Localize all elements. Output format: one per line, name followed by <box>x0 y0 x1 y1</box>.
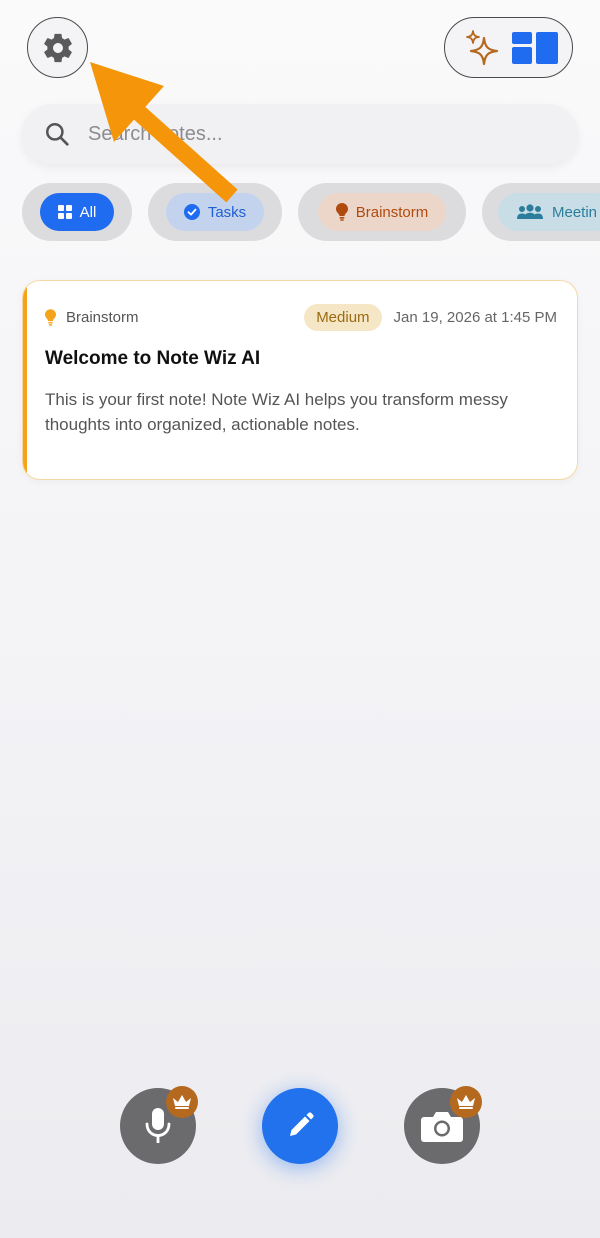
check-circle-icon <box>183 204 200 220</box>
top-actions-group <box>444 17 573 78</box>
chip-tasks-container: Tasks <box>148 183 282 241</box>
gear-icon <box>43 33 72 62</box>
chip-all-container: All <box>22 183 132 241</box>
lightbulb-icon <box>45 308 56 326</box>
note-title: Welcome to Note Wiz AI <box>45 348 261 369</box>
filter-chip-tasks[interactable]: Tasks <box>165 193 265 231</box>
pencil-icon <box>290 1112 314 1136</box>
chip-meetings-container: Meetin <box>482 183 600 241</box>
crown-icon <box>457 1095 475 1109</box>
sparkles-icon <box>465 29 498 65</box>
filter-chip-brainstorm[interactable]: Brainstorm <box>317 193 447 231</box>
chip-brainstorm-container: Brainstorm <box>298 183 466 241</box>
priority-badge: Medium <box>304 303 382 331</box>
note-card[interactable]: Brainstorm Medium Jan 19, 2026 at 1:45 P… <box>22 280 578 480</box>
dashboard-layout-icon <box>512 31 559 64</box>
layout-toggle-button[interactable] <box>511 24 559 72</box>
ai-sparkle-button[interactable] <box>458 24 506 72</box>
premium-crown-badge <box>166 1086 198 1118</box>
filter-chip-label: All <box>79 203 97 221</box>
lightbulb-icon <box>335 203 348 221</box>
microphone-icon <box>145 1108 171 1143</box>
filter-chip-all[interactable]: All <box>39 193 115 231</box>
filter-chip-label: Tasks <box>207 203 247 221</box>
note-body: This is your first note! Note Wiz AI hel… <box>45 390 508 434</box>
search-bar[interactable] <box>22 104 578 164</box>
note-category: Brainstorm <box>66 308 139 326</box>
note-header: Brainstorm Medium Jan 19, 2026 at 1:45 P… <box>45 303 557 331</box>
grid-icon <box>57 205 72 219</box>
filter-chip-meetings[interactable]: Meetin <box>498 193 600 231</box>
compose-note-button[interactable] <box>262 1088 338 1164</box>
note-date: Jan 19, 2026 at 1:45 PM <box>393 308 557 326</box>
search-input[interactable] <box>88 122 528 146</box>
filter-chips: All Tasks Brainstorm Meetin <box>22 183 600 241</box>
filter-chip-label: Meetin <box>552 203 598 221</box>
note-accent-bar <box>23 281 27 479</box>
premium-crown-badge <box>450 1086 482 1118</box>
settings-button[interactable] <box>27 17 88 78</box>
people-icon <box>517 204 543 219</box>
filter-chip-label: Brainstorm <box>355 203 429 221</box>
crown-icon <box>173 1095 191 1109</box>
search-icon <box>46 123 69 146</box>
